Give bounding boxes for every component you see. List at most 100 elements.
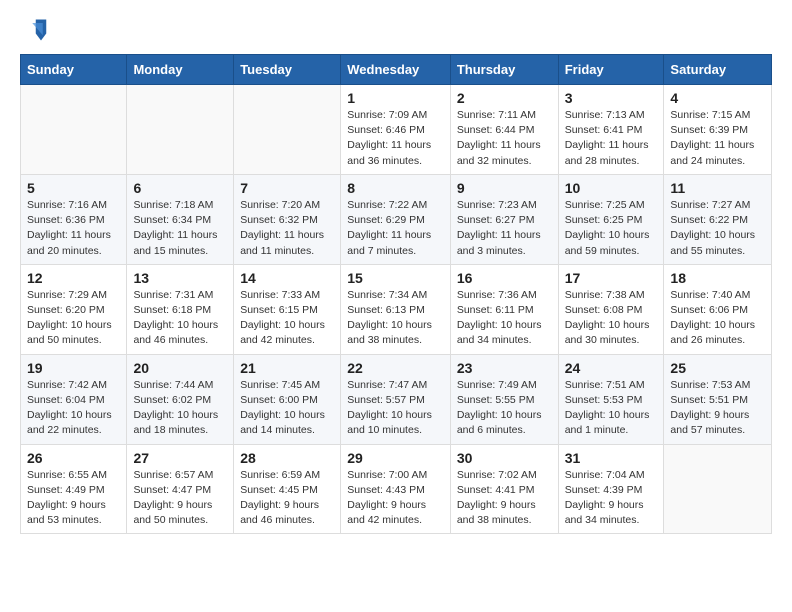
calendar-cell: 15 Sunrise: 7:34 AM Sunset: 6:13 PM Dayli…: [341, 264, 451, 354]
day-info: Sunrise: 7:09 AM Sunset: 6:46 PM Dayligh…: [347, 108, 444, 169]
day-number: 31: [565, 450, 658, 466]
day-number: 7: [240, 180, 334, 196]
calendar-cell: 25 Sunrise: 7:53 AM Sunset: 5:51 PM Dayli…: [664, 354, 772, 444]
weekday-header-sunday: Sunday: [21, 55, 127, 85]
day-info: Sunrise: 7:49 AM Sunset: 5:55 PM Dayligh…: [457, 378, 552, 439]
day-info: Sunrise: 7:36 AM Sunset: 6:11 PM Dayligh…: [457, 288, 552, 349]
day-info: Sunrise: 7:33 AM Sunset: 6:15 PM Dayligh…: [240, 288, 334, 349]
day-number: 30: [457, 450, 552, 466]
calendar-cell: 10 Sunrise: 7:25 AM Sunset: 6:25 PM Dayli…: [558, 174, 664, 264]
calendar-cell: [127, 85, 234, 175]
logo-icon: [20, 16, 48, 44]
calendar-cell: 20Sunrise: 7:44 AM Sunset: 6:02 PM Dayli…: [127, 354, 234, 444]
day-info: Sunrise: 7:42 AM Sunset: 6:04 PM Dayligh…: [27, 378, 120, 439]
day-number: 9: [457, 180, 552, 196]
calendar-cell: 28Sunrise: 6:59 AM Sunset: 4:45 PM Dayli…: [234, 444, 341, 534]
day-info: Sunrise: 6:57 AM Sunset: 4:47 PM Dayligh…: [133, 468, 227, 529]
day-info: Sunrise: 7:40 AM Sunset: 6:06 PM Dayligh…: [670, 288, 765, 349]
calendar-cell: 13 Sunrise: 7:31 AM Sunset: 6:18 PM Dayli…: [127, 264, 234, 354]
day-number: 6: [133, 180, 227, 196]
day-number: 29: [347, 450, 444, 466]
calendar-cell: 17Sunrise: 7:38 AM Sunset: 6:08 PM Dayli…: [558, 264, 664, 354]
day-info: Sunrise: 7:27 AM Sunset: 6:22 PM Dayligh…: [670, 198, 765, 259]
week-row-5: 26 Sunrise: 6:55 AM Sunset: 4:49 PM Dayli…: [21, 444, 772, 534]
calendar-cell: 6 Sunrise: 7:18 AM Sunset: 6:34 PM Daylig…: [127, 174, 234, 264]
day-number: 28: [240, 450, 334, 466]
day-info: Sunrise: 7:02 AM Sunset: 4:41 PM Dayligh…: [457, 468, 552, 529]
day-info: Sunrise: 7:13 AM Sunset: 6:41 PM Dayligh…: [565, 108, 658, 169]
day-number: 12: [27, 270, 120, 286]
calendar-cell: 11 Sunrise: 7:27 AM Sunset: 6:22 PM Dayli…: [664, 174, 772, 264]
day-number: 2: [457, 90, 552, 106]
day-number: 8: [347, 180, 444, 196]
calendar-cell: 22 Sunrise: 7:47 AM Sunset: 5:57 PM Dayli…: [341, 354, 451, 444]
day-number: 16: [457, 270, 552, 286]
week-row-1: 1 Sunrise: 7:09 AM Sunset: 6:46 PM Daylig…: [21, 85, 772, 175]
day-number: 20: [133, 360, 227, 376]
day-number: 15: [347, 270, 444, 286]
calendar-cell: 4 Sunrise: 7:15 AM Sunset: 6:39 PM Daylig…: [664, 85, 772, 175]
header: [20, 16, 772, 44]
day-number: 13: [133, 270, 227, 286]
day-info: Sunrise: 7:23 AM Sunset: 6:27 PM Dayligh…: [457, 198, 552, 259]
day-info: Sunrise: 7:34 AM Sunset: 6:13 PM Dayligh…: [347, 288, 444, 349]
day-info: Sunrise: 7:04 AM Sunset: 4:39 PM Dayligh…: [565, 468, 658, 529]
day-info: Sunrise: 6:55 AM Sunset: 4:49 PM Dayligh…: [27, 468, 120, 529]
calendar-cell: 8 Sunrise: 7:22 AM Sunset: 6:29 PM Daylig…: [341, 174, 451, 264]
calendar-cell: 1 Sunrise: 7:09 AM Sunset: 6:46 PM Daylig…: [341, 85, 451, 175]
calendar-cell: 24Sunrise: 7:51 AM Sunset: 5:53 PM Dayli…: [558, 354, 664, 444]
day-number: 25: [670, 360, 765, 376]
page: SundayMondayTuesdayWednesdayThursdayFrid…: [0, 0, 792, 550]
day-number: 21: [240, 360, 334, 376]
day-number: 17: [565, 270, 658, 286]
day-number: 18: [670, 270, 765, 286]
week-row-4: 19 Sunrise: 7:42 AM Sunset: 6:04 PM Dayli…: [21, 354, 772, 444]
calendar-cell: 2 Sunrise: 7:11 AM Sunset: 6:44 PM Daylig…: [450, 85, 558, 175]
calendar-cell: 14Sunrise: 7:33 AM Sunset: 6:15 PM Dayli…: [234, 264, 341, 354]
calendar-cell: 27Sunrise: 6:57 AM Sunset: 4:47 PM Dayli…: [127, 444, 234, 534]
day-info: Sunrise: 7:31 AM Sunset: 6:18 PM Dayligh…: [133, 288, 227, 349]
calendar-cell: 5Sunrise: 7:16 AM Sunset: 6:36 PM Daylig…: [21, 174, 127, 264]
day-number: 4: [670, 90, 765, 106]
day-number: 11: [670, 180, 765, 196]
calendar-cell: 30 Sunrise: 7:02 AM Sunset: 4:41 PM Dayli…: [450, 444, 558, 534]
day-info: Sunrise: 7:18 AM Sunset: 6:34 PM Dayligh…: [133, 198, 227, 259]
day-info: Sunrise: 7:11 AM Sunset: 6:44 PM Dayligh…: [457, 108, 552, 169]
weekday-header-thursday: Thursday: [450, 55, 558, 85]
calendar-table: SundayMondayTuesdayWednesdayThursdayFrid…: [20, 54, 772, 534]
calendar-cell: [21, 85, 127, 175]
day-number: 19: [27, 360, 120, 376]
week-row-3: 12 Sunrise: 7:29 AM Sunset: 6:20 PM Dayli…: [21, 264, 772, 354]
weekday-header-monday: Monday: [127, 55, 234, 85]
weekday-header-wednesday: Wednesday: [341, 55, 451, 85]
day-info: Sunrise: 7:29 AM Sunset: 6:20 PM Dayligh…: [27, 288, 120, 349]
day-number: 23: [457, 360, 552, 376]
day-number: 26: [27, 450, 120, 466]
calendar-cell: 26 Sunrise: 6:55 AM Sunset: 4:49 PM Dayli…: [21, 444, 127, 534]
calendar-cell: 19 Sunrise: 7:42 AM Sunset: 6:04 PM Dayli…: [21, 354, 127, 444]
day-info: Sunrise: 7:47 AM Sunset: 5:57 PM Dayligh…: [347, 378, 444, 439]
day-number: 1: [347, 90, 444, 106]
weekday-header-row: SundayMondayTuesdayWednesdayThursdayFrid…: [21, 55, 772, 85]
calendar-cell: 12 Sunrise: 7:29 AM Sunset: 6:20 PM Dayli…: [21, 264, 127, 354]
day-number: 22: [347, 360, 444, 376]
day-number: 3: [565, 90, 658, 106]
day-number: 24: [565, 360, 658, 376]
day-info: Sunrise: 7:53 AM Sunset: 5:51 PM Dayligh…: [670, 378, 765, 439]
calendar-cell: 18 Sunrise: 7:40 AM Sunset: 6:06 PM Dayli…: [664, 264, 772, 354]
calendar-cell: 9 Sunrise: 7:23 AM Sunset: 6:27 PM Daylig…: [450, 174, 558, 264]
weekday-header-tuesday: Tuesday: [234, 55, 341, 85]
day-number: 10: [565, 180, 658, 196]
day-info: Sunrise: 7:20 AM Sunset: 6:32 PM Dayligh…: [240, 198, 334, 259]
day-info: Sunrise: 7:45 AM Sunset: 6:00 PM Dayligh…: [240, 378, 334, 439]
calendar-cell: 16 Sunrise: 7:36 AM Sunset: 6:11 PM Dayli…: [450, 264, 558, 354]
day-info: Sunrise: 7:22 AM Sunset: 6:29 PM Dayligh…: [347, 198, 444, 259]
calendar-cell: 31 Sunrise: 7:04 AM Sunset: 4:39 PM Dayli…: [558, 444, 664, 534]
day-info: Sunrise: 7:25 AM Sunset: 6:25 PM Dayligh…: [565, 198, 658, 259]
calendar-cell: 29 Sunrise: 7:00 AM Sunset: 4:43 PM Dayli…: [341, 444, 451, 534]
weekday-header-saturday: Saturday: [664, 55, 772, 85]
day-info: Sunrise: 7:15 AM Sunset: 6:39 PM Dayligh…: [670, 108, 765, 169]
calendar-cell: 7 Sunrise: 7:20 AM Sunset: 6:32 PM Daylig…: [234, 174, 341, 264]
day-info: Sunrise: 7:00 AM Sunset: 4:43 PM Dayligh…: [347, 468, 444, 529]
day-info: Sunrise: 7:16 AM Sunset: 6:36 PM Dayligh…: [27, 198, 120, 259]
